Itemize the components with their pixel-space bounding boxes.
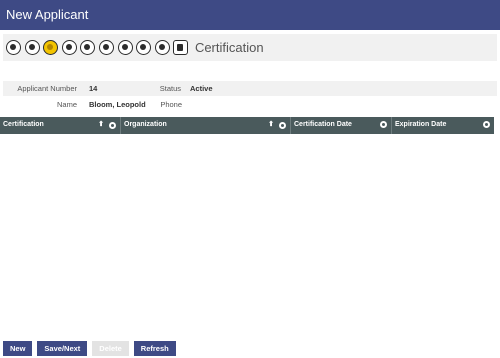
window-title: New Applicant [6,7,89,22]
save-next-button[interactable]: Save/Next [37,341,88,356]
gear-icon[interactable] [380,121,387,128]
column-header-organization[interactable]: Organization ⬆ [121,117,291,134]
column-label: Organization [124,121,167,128]
building-icon[interactable] [117,40,133,55]
column-header-certification-date[interactable]: Certification Date [291,117,392,134]
action-button-bar: New Save/Next Delete Refresh [3,341,181,356]
applicant-icon[interactable] [6,40,21,55]
delete-button: Delete [92,341,129,356]
refresh-button[interactable]: Refresh [133,341,176,356]
section-title: Certification [194,40,264,55]
window-title-bar: New Applicant [0,0,500,30]
document-icon[interactable] [173,40,189,55]
applicant-info-row-1: Applicant Number 14 Status Active [3,81,497,96]
gear-icon[interactable] [109,121,116,129]
section-toolbar: Certification [3,34,497,61]
applicant-info-row-2: Name Bloom, Leopold Phone [3,97,497,112]
printer-icon[interactable] [98,40,114,55]
column-label: Certification Date [294,121,352,128]
sort-arrow-icon[interactable]: ⬆ [268,121,274,129]
column-header-expiration-date[interactable]: Expiration Date [392,117,494,134]
sort-arrow-icon[interactable]: ⬆ [98,121,104,129]
search-person-icon[interactable] [154,40,170,55]
gear-icon[interactable] [279,121,286,129]
phone-label: Phone [160,100,182,109]
status-value: Active [190,84,213,93]
tag-icon[interactable] [61,40,77,55]
column-label: Certification [3,121,44,128]
grid-body [0,134,494,334]
column-header-certification[interactable]: Certification ⬆ [0,117,121,134]
status-label: Status [159,84,181,93]
grid-header: Certification ⬆ Organization ⬆ Certifica… [0,117,494,134]
applicant-number-value: 14 [89,84,98,93]
new-button[interactable]: New [3,341,33,356]
person-gold-icon[interactable] [43,40,59,55]
name-label: Name [56,100,77,109]
globe-icon[interactable] [80,40,96,55]
gear-icon[interactable] [483,121,490,128]
hand-icon[interactable] [136,40,152,55]
applicant-number-label: Applicant Number [17,84,77,93]
column-label: Expiration Date [395,121,447,128]
radio-dot-icon[interactable] [24,40,40,55]
